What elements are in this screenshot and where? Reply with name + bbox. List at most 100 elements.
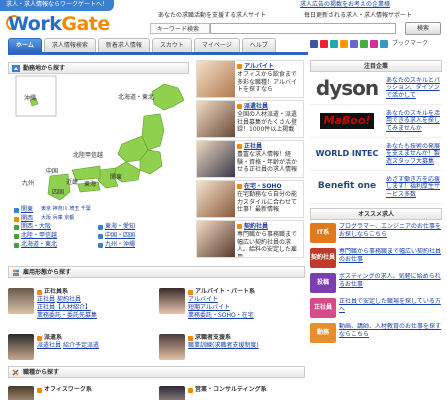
tab-scout[interactable]: スカウト [151, 38, 192, 52]
tab-new-jobs[interactable]: 新着求人情報 [97, 38, 150, 52]
bookmark-icon[interactable] [320, 40, 328, 48]
feature-card[interactable]: 正社員 豊富な求人情報！経験・資格・年齢が活かせる正社員の求人情報 [196, 140, 304, 178]
region-link[interactable]: 北陸・甲信越 [21, 232, 57, 241]
bullet-icon [237, 104, 242, 110]
feature-card[interactable]: 在宅・SOHO 在宅勤務なら自分の能力スタイルに合わせて仕事！最新情報 [196, 180, 304, 218]
category-title[interactable]: 営業・コンサルティング系 [195, 386, 267, 394]
category-link[interactable]: アルバイト [188, 296, 218, 303]
recommended-text[interactable]: プログラマー、エンジニアのお仕事をお探しならこちら [339, 223, 442, 245]
feature-card[interactable]: 派遣社員 全国の人材派遣・派遣社員募集がたくさん登録！1000件以上掲載 [196, 100, 304, 138]
advertise-link[interactable]: 求人広告の掲載をお考えの企業様 [300, 1, 390, 9]
person-photo [8, 334, 34, 360]
company-banner[interactable]: Benefit one めざす働き方を応援します！福利厚生サービス多数 [310, 171, 442, 204]
bullet-icon [37, 387, 42, 393]
region-link[interactable]: 関西・大阪 [21, 223, 51, 232]
map-region-hokkaido[interactable] [151, 83, 185, 111]
company-logo: Benefit one [317, 181, 377, 192]
map-label-kyushu[interactable]: 九州 [22, 180, 34, 188]
recommended-text[interactable]: 専門職から事務職まで幅広い契約社員のお仕事 [339, 248, 442, 270]
search-button[interactable]: 検索 [405, 22, 441, 35]
category-link[interactable]: 正社員 [37, 296, 55, 303]
keyword-search-label: キーワード検索 [150, 23, 210, 34]
category-title[interactable]: 求職者支援系 [195, 334, 231, 342]
bullet-icon [98, 242, 103, 248]
social-bookmarks: ブックマーク [310, 40, 428, 48]
recommended-job[interactable]: 契約社員 専門職から事務職まで幅広い契約社員のお仕事 [310, 248, 442, 270]
region-link-row: 北陸・甲信越 中国・四国 [14, 232, 192, 241]
region-link[interactable]: 九州・沖縄 [105, 241, 135, 250]
employment-category: 派遣系 派遣社員 紹介予定派遣 [8, 334, 154, 360]
category-title[interactable]: アルバイト・パート系 [195, 288, 255, 296]
recommended-text[interactable]: 動画、講師、人材教育のお仕事を探すならこちら [339, 323, 442, 345]
company-desc[interactable]: あなたのスキルを活用できる求人を探してみませんか [384, 110, 442, 133]
recommended-text[interactable]: 正社員で安定した職場を探している方へ [339, 298, 442, 320]
recommended-job[interactable]: IT系 プログラマー、エンジニアのお仕事をお探しならこちら [310, 223, 442, 245]
category-title[interactable]: 正社員系 [44, 288, 68, 296]
region-link-row: 北海道・東北 九州・沖縄 [14, 241, 192, 250]
category-link[interactable]: 派遣社員 [37, 342, 61, 349]
bookmark-icon[interactable] [340, 40, 348, 48]
category-link[interactable]: 短期アルバイト [188, 304, 230, 311]
bullet-icon [188, 387, 193, 393]
map-label-shikoku[interactable]: 四国 [52, 189, 64, 197]
top-tagline: 求人・求人情報ならワークゲートへ！ [0, 0, 115, 11]
region-link[interactable]: 中国・四国 [105, 232, 135, 241]
region-link[interactable]: 関東 [21, 206, 33, 215]
region-link[interactable]: 北海道・東北 [21, 241, 57, 250]
bookmark-icon[interactable] [360, 40, 368, 48]
feature-photo [197, 141, 235, 177]
tab-mypage[interactable]: マイページ [193, 38, 240, 52]
logo[interactable]: WorkGate [8, 13, 110, 37]
region-link-sub[interactable]: 東京 神奈川 埼玉 千葉 [41, 206, 91, 215]
category-link[interactable]: 紹介予定派遣 [63, 342, 99, 349]
category-title[interactable]: オフィスワーク系 [44, 386, 92, 394]
region-link-row: 関西・大阪 東海・愛知 [14, 223, 192, 232]
map-label-hokuriku[interactable]: 北陸甲信越 [73, 152, 103, 160]
map-label-chugoku[interactable]: 中国 [46, 168, 58, 176]
region-link[interactable]: 東海・愛知 [105, 223, 135, 232]
tab-help[interactable]: ヘルプ [241, 38, 276, 52]
person-photo [159, 334, 185, 360]
company-logo: MaBoo! [310, 106, 384, 136]
bookmark-icon[interactable] [370, 40, 378, 48]
recommended-job[interactable]: 正社員 正社員で安定した職場を探している方へ [310, 298, 442, 320]
tab-home[interactable]: ホーム [8, 38, 42, 52]
recommended-job[interactable]: 投稿 ポスティングの求人、気軽に始められるお仕事 [310, 273, 442, 295]
company-banner[interactable]: MaBoo! あなたのスキルを活用できる求人を探してみませんか [310, 105, 442, 138]
map-label-okinawa[interactable]: 沖縄 [24, 95, 36, 103]
category-link[interactable]: 業務委託・委託先募集 [37, 312, 97, 319]
category-link[interactable]: 職業訓練(求職者支援制度) [188, 342, 259, 349]
tab-job-search[interactable]: 求人情報検索 [43, 38, 96, 52]
bookmark-icon[interactable] [350, 40, 358, 48]
map-label-kinki[interactable]: 近畿 [66, 179, 78, 187]
employment-category: 正社員系 正社員 契約社員 正社員【人材紹介】 業務委託・委託先募集 [8, 288, 154, 320]
bullet-icon [14, 242, 19, 248]
bookmark-label: ブックマーク [392, 40, 429, 48]
employment-row: 正社員系 正社員 契約社員 正社員【人材紹介】 業務委託・委託先募集 アルバイト… [8, 288, 305, 320]
category-link[interactable]: 契約社員 [57, 296, 81, 303]
recommended-job[interactable]: 勤務 動画、講師、人材教育のお仕事を探すならこちら [310, 323, 442, 345]
category-title[interactable]: 派遣系 [44, 334, 62, 342]
japan-map[interactable] [14, 74, 194, 204]
map-label-kanto[interactable]: 関東 [110, 174, 122, 182]
category-link[interactable]: 業務委託・SOHO・在宅 [188, 312, 254, 319]
feature-card[interactable]: アルバイト オフィスから飲食まで多彩な職種！アルバイトを探すなら [196, 60, 304, 98]
map-label-hokkaido-tohoku[interactable]: 北海道・東北 [118, 94, 154, 102]
keyword-search-input[interactable] [210, 23, 396, 34]
bookmark-icon[interactable] [330, 40, 338, 48]
company-desc[interactable]: あなたのスキルとパッション、ダイソンで活かして [384, 77, 442, 100]
company-banner[interactable]: dyson あなたのスキルとパッション、ダイソンで活かして [310, 72, 442, 105]
recommended-text[interactable]: ポスティングの求人、気軽に始められるお仕事 [339, 273, 442, 295]
map-region-chugoku[interactable] [71, 165, 101, 181]
bullet-icon [14, 225, 19, 231]
bullet-icon [14, 207, 19, 213]
bookmark-icon[interactable] [380, 40, 388, 48]
company-desc[interactable]: あなたも技術の発展を支えませんか！製造スタッフ大募集 [384, 143, 442, 166]
company-banner[interactable]: WORLD INTEC あなたも技術の発展を支えませんか！製造スタッフ大募集 [310, 138, 442, 171]
person-photo [159, 386, 185, 400]
feature-card[interactable]: 契約社員専門職から事務職まで幅広い契約社員の求人。給料の安定した雇用 [196, 220, 304, 258]
company-desc[interactable]: めざす働き方を応援します！福利厚生サービス多数 [384, 176, 442, 199]
category-link[interactable]: 正社員【人材紹介】 [37, 304, 91, 311]
bookmark-icon[interactable] [310, 40, 318, 48]
map-label-tokai[interactable]: 東海 [84, 181, 96, 189]
